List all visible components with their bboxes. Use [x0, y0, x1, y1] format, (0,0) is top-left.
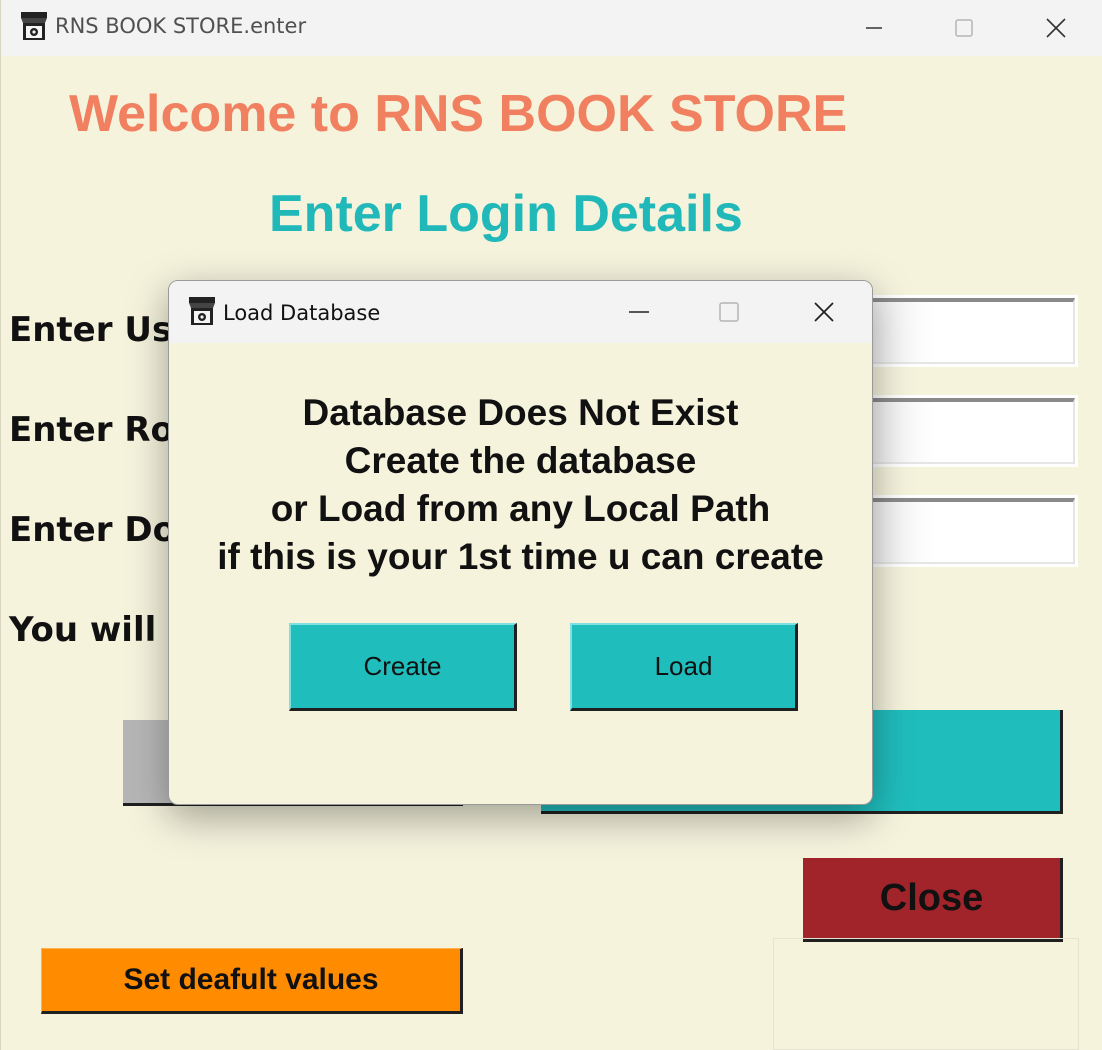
- load-database-dialog: Load Database Database Does Not Exist Cr…: [168, 280, 873, 805]
- dialog-maximize-button[interactable]: [684, 281, 774, 343]
- database-input[interactable]: [838, 495, 1078, 567]
- dialog-minimize-button[interactable]: [594, 281, 684, 343]
- message-line: Database Does Not Exist: [302, 392, 739, 433]
- set-default-values-button[interactable]: Set deafult values: [41, 948, 463, 1014]
- login-subheading: Enter Login Details: [269, 185, 743, 243]
- close-button[interactable]: Close: [803, 858, 1063, 942]
- dialog-title: Load Database: [223, 301, 381, 325]
- database-label: Enter Do: [9, 510, 176, 550]
- dialog-titlebar: Load Database: [169, 281, 872, 343]
- empty-panel: [773, 938, 1079, 1050]
- minimize-icon: [866, 27, 882, 29]
- welcome-heading: Welcome to RNS BOOK STORE: [69, 85, 848, 143]
- load-button[interactable]: Load: [570, 623, 798, 711]
- dialog-message: Database Does Not Exist Create the datab…: [169, 389, 872, 581]
- username-label: Enter Us: [9, 310, 173, 350]
- minimize-button[interactable]: [829, 0, 919, 56]
- role-label: Enter Ro: [9, 410, 174, 450]
- message-line: Create the database: [344, 440, 697, 481]
- close-icon: [814, 302, 834, 322]
- close-window-button[interactable]: [1011, 0, 1101, 56]
- window-title: RNS BOOK STORE.enter: [55, 14, 307, 38]
- info-label: You will b: [9, 610, 193, 650]
- maximize-icon: [719, 302, 739, 322]
- store-icon: [21, 12, 47, 40]
- create-button[interactable]: Create: [289, 623, 517, 711]
- maximize-icon: [955, 19, 973, 37]
- store-icon: [189, 297, 215, 325]
- username-input[interactable]: [838, 295, 1078, 367]
- main-titlebar: RNS BOOK STORE.enter: [1, 0, 1102, 56]
- message-line: or Load from any Local Path: [270, 488, 771, 529]
- role-input[interactable]: [838, 395, 1078, 467]
- maximize-button[interactable]: [919, 0, 1009, 56]
- dialog-close-button[interactable]: [779, 281, 869, 343]
- minimize-icon: [629, 311, 649, 313]
- message-line: if this is your 1st time u can create: [217, 536, 824, 577]
- close-icon: [1046, 18, 1066, 38]
